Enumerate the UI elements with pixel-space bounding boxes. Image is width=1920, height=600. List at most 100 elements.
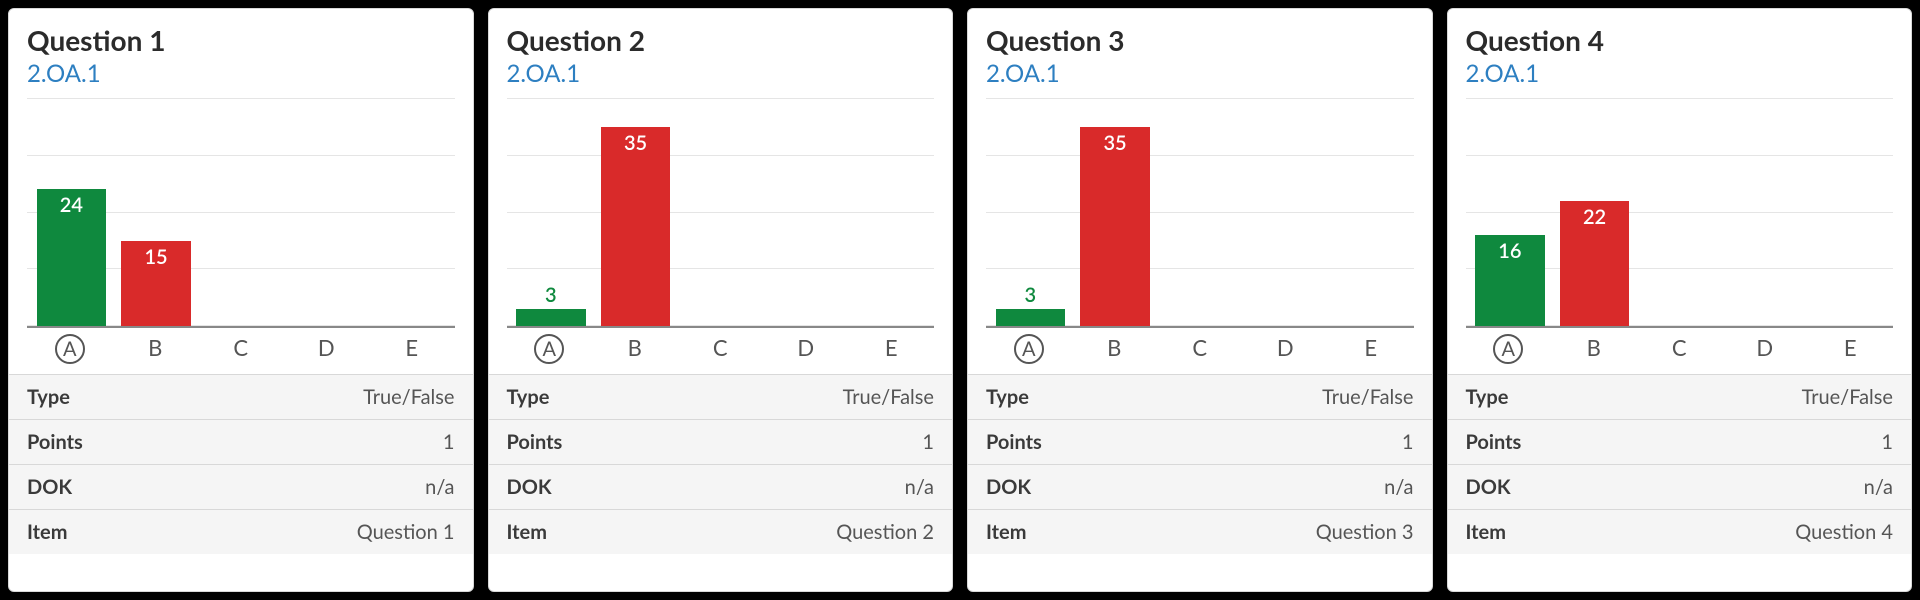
meta-value: 1 xyxy=(922,430,934,454)
x-axis-tick: E xyxy=(369,334,455,364)
bar-slot: 16 xyxy=(1468,98,1553,326)
bar-slot xyxy=(1157,98,1242,326)
standard-link[interactable]: 2.OA.1 xyxy=(27,59,455,88)
bar-value-label: 22 xyxy=(1583,205,1606,229)
bar-slot xyxy=(1327,98,1412,326)
question-card[interactable]: Question 42.OA.11622ABCDETypeTrue/FalseP… xyxy=(1447,8,1913,592)
x-axis-tick: A xyxy=(986,334,1072,364)
meta-value: Question 4 xyxy=(1795,520,1893,544)
standard-link[interactable]: 2.OA.1 xyxy=(507,59,935,88)
question-cards-container: Question 12.OA.12415ABCDETypeTrue/FalseP… xyxy=(8,8,1912,592)
bar[interactable]: 24 xyxy=(37,189,106,326)
meta-value: 1 xyxy=(1881,430,1893,454)
bar-value-label: 3 xyxy=(545,283,557,307)
meta-key: Points xyxy=(1466,430,1522,454)
meta-key: Type xyxy=(986,385,1029,409)
bar-slot xyxy=(198,98,283,326)
bar-slot: 15 xyxy=(114,98,199,326)
bar-slot: 35 xyxy=(593,98,678,326)
bar[interactable]: 16 xyxy=(1475,235,1544,326)
standard-link[interactable]: 2.OA.1 xyxy=(1466,59,1894,88)
meta-key: Item xyxy=(507,520,547,544)
correct-answer-marker: A xyxy=(534,334,564,364)
x-axis-tick: B xyxy=(592,334,678,364)
meta-key: Points xyxy=(986,430,1042,454)
meta-key: Type xyxy=(507,385,550,409)
meta-row-type: Type True/False xyxy=(9,375,473,420)
question-card[interactable]: Question 12.OA.12415ABCDETypeTrue/FalseP… xyxy=(8,8,474,592)
bar-value-label: 35 xyxy=(1103,131,1126,155)
bar-value-label: 15 xyxy=(144,245,167,269)
x-axis-tick: C xyxy=(198,334,284,364)
x-axis-tick: E xyxy=(1808,334,1894,364)
meta-key: Points xyxy=(507,430,563,454)
standard-link[interactable]: 2.OA.1 xyxy=(986,59,1414,88)
meta-key: DOK xyxy=(27,475,72,499)
bar-slot xyxy=(1722,98,1807,326)
correct-answer-marker: A xyxy=(55,334,85,364)
x-axis-tick: A xyxy=(27,334,113,364)
x-axis-tick: E xyxy=(1328,334,1414,364)
meta-row-type: Type True/False xyxy=(1448,375,1912,420)
meta-row-points: Points1 xyxy=(968,420,1432,465)
x-axis-tick: C xyxy=(1637,334,1723,364)
card-header: Question 42.OA.1 xyxy=(1448,9,1912,94)
meta-value: True/False xyxy=(363,385,454,409)
meta-key: DOK xyxy=(507,475,552,499)
meta-key: Type xyxy=(1466,385,1509,409)
bar[interactable]: 3 xyxy=(516,309,585,326)
meta-value: 1 xyxy=(443,430,455,454)
meta-row-dok: DOKn/a xyxy=(1448,465,1912,510)
meta-row-points: Points 1 xyxy=(1448,420,1912,465)
bar-value-label: 35 xyxy=(624,131,647,155)
bar-slot xyxy=(1242,98,1327,326)
correct-answer-marker: A xyxy=(1493,334,1523,364)
bars-row: 24 15 xyxy=(27,98,455,326)
bar-slot xyxy=(368,98,453,326)
bar-value-label: 16 xyxy=(1498,239,1521,263)
bar-slot: 3 xyxy=(988,98,1073,326)
question-title: Question 4 xyxy=(1466,23,1894,57)
bar[interactable]: 15 xyxy=(121,241,190,327)
bar-slot xyxy=(1806,98,1891,326)
x-axis-tick: D xyxy=(284,334,370,364)
bar-slot: 35 xyxy=(1073,98,1158,326)
correct-answer-marker: A xyxy=(1014,334,1044,364)
meta-key: Type xyxy=(27,385,70,409)
x-axis: ABCDE xyxy=(986,334,1414,364)
bar[interactable]: 35 xyxy=(1080,127,1149,327)
card-header: Question 32.OA.1 xyxy=(968,9,1432,94)
meta-value: True/False xyxy=(843,385,934,409)
bar-chart: 1622 xyxy=(1466,98,1894,328)
meta-row-item: ItemQuestion 3 xyxy=(968,510,1432,554)
bar-slot xyxy=(763,98,848,326)
x-axis-tick: E xyxy=(849,334,935,364)
meta-row-dok: DOKn/a xyxy=(968,465,1432,510)
card-header: Question 22.OA.1 xyxy=(489,9,953,94)
question-card[interactable]: Question 22.OA.1335ABCDETypeTrue/FalsePo… xyxy=(488,8,954,592)
bar[interactable]: 22 xyxy=(1560,201,1629,326)
meta-value: Question 2 xyxy=(836,520,934,544)
x-axis-tick: B xyxy=(1072,334,1158,364)
bar-slot xyxy=(847,98,932,326)
x-axis-tick: D xyxy=(763,334,849,364)
bar-value-label: 3 xyxy=(1025,283,1037,307)
meta-value: n/a xyxy=(905,475,934,499)
question-metadata: TypeTrue/FalsePoints1DOKn/aItemQuestion … xyxy=(9,374,473,554)
meta-row-points: Points1 xyxy=(9,420,473,465)
bar-slot: 24 xyxy=(29,98,114,326)
bar[interactable]: 3 xyxy=(996,309,1065,326)
x-axis: ABCDE xyxy=(1466,334,1894,364)
bar-chart: 3 35 xyxy=(507,98,935,328)
x-axis-tick: D xyxy=(1722,334,1808,364)
meta-value: True/False xyxy=(1802,385,1893,409)
bar-slot: 22 xyxy=(1552,98,1637,326)
meta-key: Item xyxy=(27,520,67,544)
meta-value: Question 3 xyxy=(1316,520,1414,544)
x-axis-tick: D xyxy=(1243,334,1329,364)
meta-value: n/a xyxy=(425,475,454,499)
bar-chart: 3 35 xyxy=(986,98,1414,328)
question-card[interactable]: Question 32.OA.1335ABCDETypeTrue/FalsePo… xyxy=(967,8,1433,592)
bar[interactable]: 35 xyxy=(601,127,670,327)
meta-key: DOK xyxy=(986,475,1031,499)
